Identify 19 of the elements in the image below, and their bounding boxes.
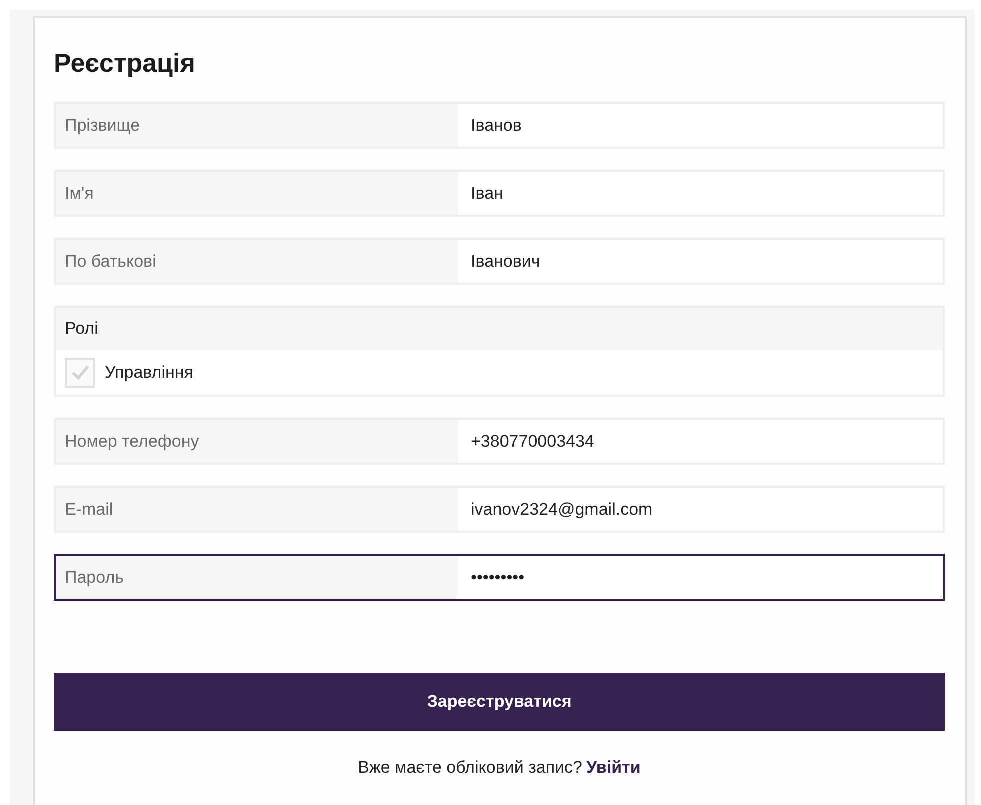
input-group[interactable]: Пароль •••••••••: [54, 554, 945, 601]
login-link[interactable]: Увійти: [586, 758, 641, 777]
field-label: Ім'я: [56, 172, 458, 215]
register-button[interactable]: Зареєструватися: [54, 673, 945, 731]
input-group[interactable]: E-mail ivanov2324@gmail.com: [54, 486, 945, 533]
input-group[interactable]: По батькові Іванович: [54, 238, 945, 285]
input-group[interactable]: Ім'я Іван: [54, 170, 945, 217]
roles-label: Ролі: [65, 318, 98, 340]
checkbox-label: Управління: [105, 362, 194, 384]
input-group[interactable]: Номер телефону +380770003434: [54, 418, 945, 465]
login-prompt: Вже маєте обліковий запис?: [358, 758, 582, 777]
checkbox[interactable]: [65, 358, 95, 388]
field-label: Номер телефону: [56, 420, 458, 463]
field-label: E-mail: [56, 488, 458, 531]
field-label: По батькові: [56, 240, 458, 283]
field-label: Пароль: [56, 556, 458, 599]
input-group[interactable]: Прізвище Іванов: [54, 102, 945, 149]
field-label: Прізвище: [56, 104, 458, 147]
form-title: Реєстрація: [54, 47, 196, 80]
